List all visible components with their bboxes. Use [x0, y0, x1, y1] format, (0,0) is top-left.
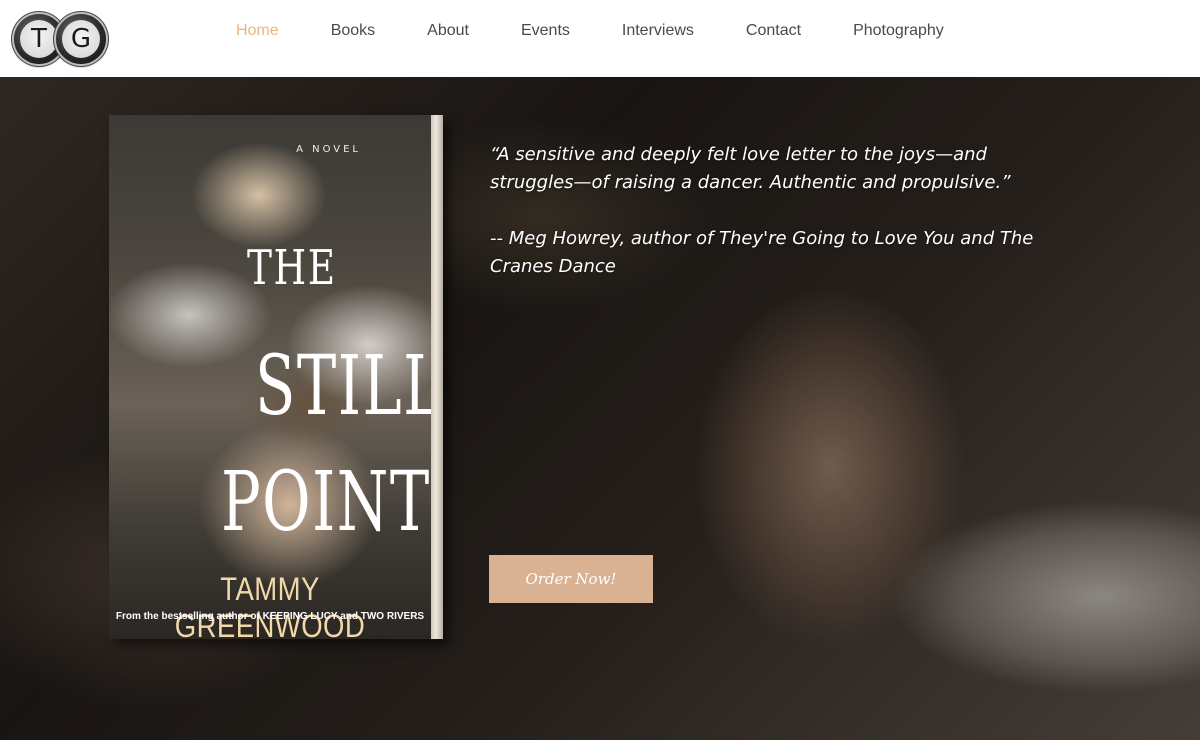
book-title-line-3: POINT [221, 455, 431, 550]
book-author: TAMMY GREENWOOD [174, 571, 366, 639]
book-title-line-2: STILL [255, 339, 431, 434]
nav-home[interactable]: Home [210, 22, 305, 40]
book-cover[interactable]: A NOVEL THE STILL POINT TAMMY GREENWOOD … [109, 115, 443, 639]
review-quote: “A sensitive and deeply felt love letter… [490, 141, 1070, 281]
quote-attribution: -- Meg Howrey, author of They're Going t… [490, 228, 1034, 277]
main-nav: Home Books About Events Interviews Conta… [210, 0, 970, 62]
book-page-edge [431, 115, 443, 639]
hero-section: A NOVEL THE STILL POINT TAMMY GREENWOOD … [0, 77, 1200, 740]
book-tagline: From the bestselling author of KEEPING L… [115, 611, 425, 622]
nav-contact[interactable]: Contact [720, 22, 827, 40]
nav-interviews[interactable]: Interviews [596, 22, 720, 40]
typewriter-key-g: G [56, 14, 106, 64]
site-header: T G Home Books About Events Interviews C… [0, 0, 1200, 77]
tg-logo[interactable]: T G [14, 14, 106, 66]
nav-events[interactable]: Events [495, 22, 596, 40]
logo-letter-t: T [20, 20, 58, 58]
nav-about[interactable]: About [401, 22, 495, 40]
book-cover-front: A NOVEL THE STILL POINT TAMMY GREENWOOD … [109, 115, 431, 639]
page: T G Home Books About Events Interviews C… [0, 0, 1200, 740]
order-now-button[interactable]: Order Now! [489, 555, 653, 603]
quote-text: “A sensitive and deeply felt love letter… [490, 144, 1011, 193]
book-novel-label: A NOVEL [296, 144, 361, 155]
nav-photography[interactable]: Photography [827, 22, 970, 40]
logo-letter-g: G [62, 20, 100, 58]
book-title-line-1: THE [247, 240, 337, 296]
nav-books[interactable]: Books [305, 22, 401, 40]
